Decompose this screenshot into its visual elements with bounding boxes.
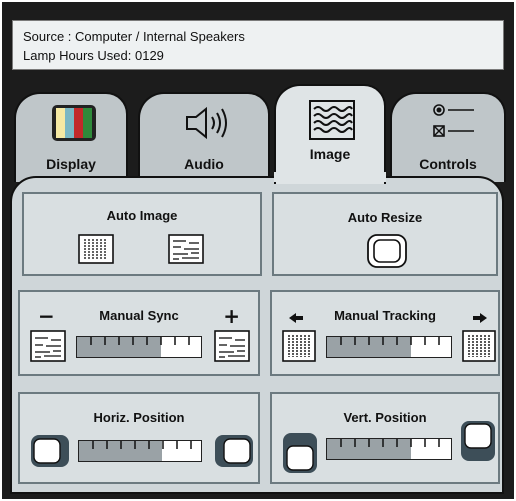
- slider-ticks: [90, 337, 190, 345]
- slider-ticks: [340, 439, 440, 447]
- horiz-position-label: Horiz. Position: [93, 410, 185, 425]
- vert-position-control[interactable]: Vert. Position: [270, 392, 500, 484]
- speaker-icon: [186, 106, 227, 140]
- auto-resize-label: Auto Resize: [347, 210, 423, 225]
- tracking-decrease-icon[interactable]: [282, 330, 316, 362]
- manual-tracking-control[interactable]: Manual Tracking: [270, 290, 500, 376]
- slider-ticks: [92, 441, 192, 449]
- noisy-lines-icon: [168, 234, 204, 264]
- resize-screen-icon: [367, 234, 407, 268]
- tab-controls-label: Controls: [419, 156, 477, 172]
- sync-increase-icon[interactable]: [214, 330, 250, 362]
- tab-image[interactable]: Image: [274, 84, 386, 184]
- active-tab-join: [274, 172, 386, 182]
- tab-audio[interactable]: Audio: [138, 92, 270, 182]
- tab-controls[interactable]: Controls: [390, 92, 506, 182]
- lamp-hours-text: Lamp Hours Used: 0129: [23, 48, 164, 63]
- tab-audio-label: Audio: [184, 156, 224, 172]
- horiz-position-control[interactable]: Horiz. Position: [18, 392, 260, 484]
- plus-label: +: [223, 304, 240, 328]
- wavy-lines-icon: [309, 100, 355, 140]
- shift-right-icon[interactable]: [214, 434, 254, 468]
- tab-display-label: Display: [46, 156, 96, 172]
- auto-image-label: Auto Image: [106, 208, 178, 223]
- auto-resize-button[interactable]: Auto Resize: [272, 192, 498, 276]
- controls-icon: [433, 104, 474, 137]
- manual-tracking-label: Manual Tracking: [334, 308, 436, 323]
- tab-image-label: Image: [309, 146, 351, 162]
- shift-up-icon[interactable]: [460, 420, 496, 462]
- color-bars-icon: [52, 105, 96, 141]
- horiz-position-slider[interactable]: [78, 440, 202, 462]
- shift-down-icon[interactable]: [282, 432, 318, 474]
- manual-sync-control[interactable]: − Manual Sync +: [18, 290, 260, 376]
- auto-image-button[interactable]: Auto Image: [22, 192, 262, 276]
- sync-decrease-icon[interactable]: [30, 330, 66, 362]
- source-text: Source : Computer / Internal Speakers: [23, 29, 245, 44]
- tracking-increase-icon[interactable]: [462, 330, 496, 362]
- vert-position-slider[interactable]: [326, 438, 452, 460]
- slider-ticks: [340, 337, 440, 345]
- manual-sync-slider[interactable]: [76, 336, 202, 358]
- tab-display[interactable]: Display: [14, 92, 128, 182]
- status-panel: Source : Computer / Internal Speakers La…: [12, 20, 504, 70]
- manual-tracking-slider[interactable]: [326, 336, 452, 358]
- arrow-right-icon: [473, 313, 487, 323]
- vertical-lines-icon: [78, 234, 114, 264]
- shift-left-icon[interactable]: [30, 434, 70, 468]
